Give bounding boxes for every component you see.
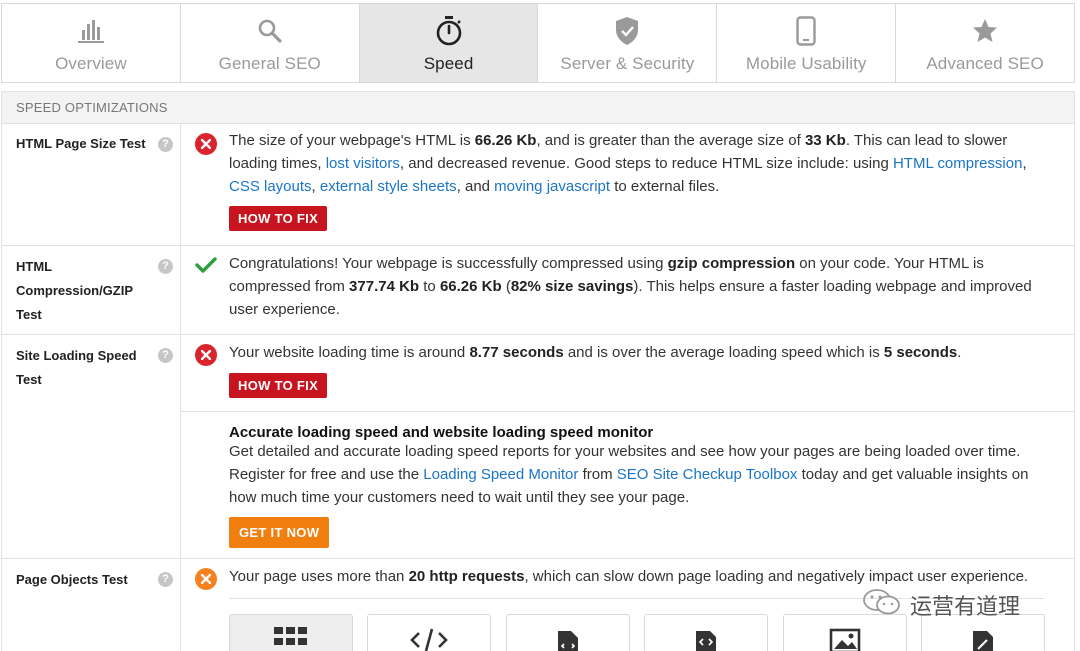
fail-icon: [195, 133, 217, 155]
tab-general-seo[interactable]: General SEO: [180, 4, 360, 82]
how-to-fix-button[interactable]: HOW TO FIX: [229, 206, 328, 231]
search-icon: [255, 16, 285, 46]
warning-icon: [195, 568, 217, 590]
watermark: 运营有道理: [862, 587, 1020, 623]
mobile-phone-icon: [791, 16, 821, 46]
stopwatch-icon: [434, 16, 464, 46]
link-html-compression[interactable]: HTML compression: [893, 155, 1022, 172]
grid-icon: [274, 627, 308, 651]
object-card-html[interactable]: [367, 614, 491, 651]
how-to-fix-button[interactable]: HOW TO FIX: [229, 373, 328, 398]
script-file-icon: [692, 627, 720, 651]
report-tabs: Overview General SEO Speed Server & Secu…: [1, 3, 1075, 83]
object-card-css[interactable]: [506, 614, 630, 651]
help-icon[interactable]: ?: [158, 259, 173, 274]
get-it-now-button[interactable]: GET IT NOW: [229, 517, 330, 548]
test-description: Your website loading time is around 8.77…: [229, 344, 962, 361]
star-icon: [970, 16, 1000, 46]
test-description: Your page uses more than 20 http request…: [229, 568, 1029, 585]
edit-file-icon: [969, 627, 997, 651]
test-row-loading-speed: Site Loading Speed Test ? Your website l…: [1, 335, 1075, 559]
link-seo-toolbox[interactable]: SEO Site Checkup Toolbox: [617, 466, 798, 483]
shield-icon: [612, 16, 642, 46]
test-row-html-size: HTML Page Size Test ? The size of your w…: [1, 124, 1075, 246]
help-icon[interactable]: ?: [158, 572, 173, 587]
help-icon[interactable]: ?: [158, 348, 173, 363]
watermark-text: 运营有道理: [910, 595, 1021, 620]
test-label: HTML Page Size Test: [16, 136, 146, 151]
fail-icon: [195, 344, 217, 366]
promo-description: Get detailed and accurate loading speed …: [229, 443, 1029, 506]
wechat-icon: [862, 587, 902, 623]
test-description: The size of your webpage's HTML is 66.26…: [229, 132, 1027, 195]
link-moving-javascript[interactable]: moving javascript: [494, 178, 610, 195]
code-icon: [409, 627, 449, 651]
tab-label: Server & Security: [560, 54, 695, 73]
tab-label: Mobile Usability: [745, 54, 867, 73]
test-row-gzip: HTML Compression/GZIP Test ? Congratulat…: [1, 246, 1075, 335]
link-lost-visitors[interactable]: lost visitors: [326, 155, 400, 172]
test-description: Congratulations! Your webpage is success…: [229, 255, 1032, 318]
tab-label: General SEO: [218, 54, 321, 73]
help-icon[interactable]: ?: [158, 137, 173, 152]
link-external-style-sheets[interactable]: external style sheets: [320, 178, 457, 195]
tab-label: Advanced SEO: [926, 54, 1044, 73]
tab-mobile-usability[interactable]: Mobile Usability: [717, 4, 897, 82]
tab-overview[interactable]: Overview: [2, 4, 181, 82]
pass-check-icon: [195, 254, 217, 276]
image-icon: [828, 627, 862, 651]
tab-advanced-seo[interactable]: Advanced SEO: [896, 4, 1074, 82]
tab-label: Speed: [423, 54, 474, 73]
test-label: HTML Compression/GZIP Test: [16, 259, 133, 322]
link-loading-speed-monitor[interactable]: Loading Speed Monitor: [423, 466, 578, 483]
divider: [181, 411, 1074, 412]
object-card-scripts[interactable]: [644, 614, 768, 651]
tab-server-security[interactable]: Server & Security: [538, 4, 718, 82]
test-label: Site Loading Speed Test: [16, 348, 137, 387]
section-title: SPEED OPTIMIZATIONS: [1, 91, 1075, 124]
object-card-all[interactable]: [229, 614, 353, 651]
file-code-icon: [554, 627, 582, 651]
test-label: Page Objects Test: [16, 572, 128, 587]
tab-speed[interactable]: Speed: [359, 4, 539, 82]
link-css-layouts[interactable]: CSS layouts: [229, 178, 312, 195]
bar-chart-icon: [76, 16, 106, 46]
tab-label: Overview: [55, 54, 127, 73]
